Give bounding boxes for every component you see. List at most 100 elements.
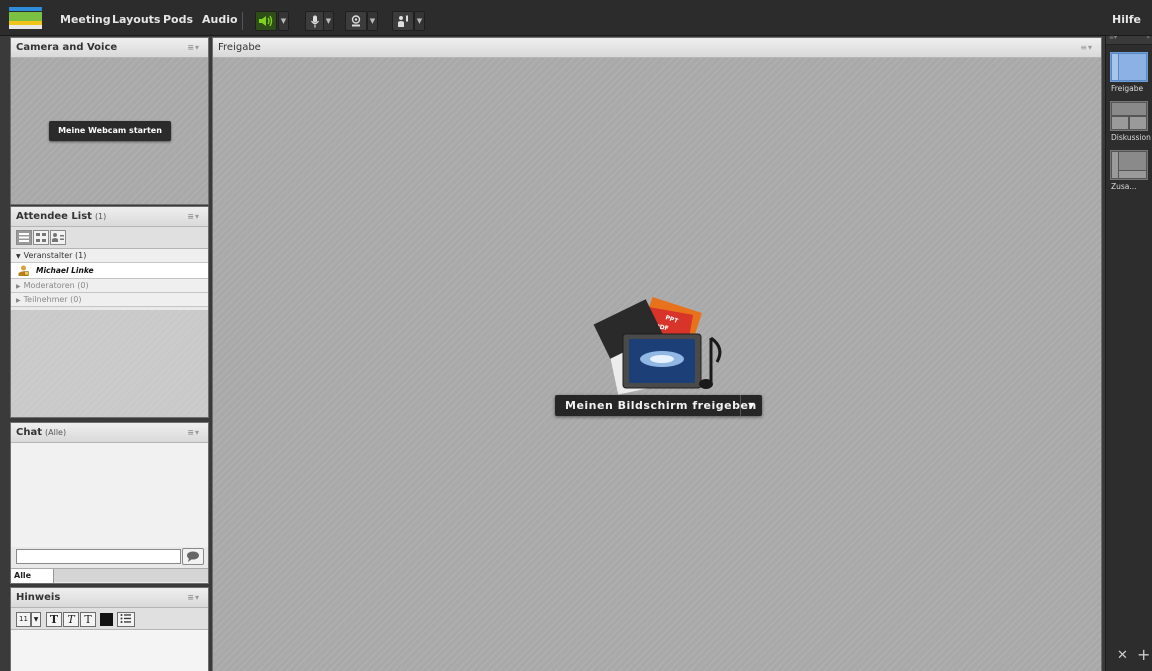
layouts-bar-header: ≡▾ » <box>1106 34 1152 45</box>
share-screen-label: Meinen Bildschirm freigeben <box>565 399 757 412</box>
bold-icon: T <box>49 613 59 626</box>
breakout-view-button[interactable] <box>33 230 49 245</box>
note-pod: Hinweis ≡▾ 11 ▼ T T T <box>10 587 209 671</box>
layout-collaboration[interactable] <box>1110 150 1148 180</box>
speaker-options-caret[interactable]: ▼ <box>278 11 289 31</box>
pod-menu-icon[interactable]: ≡▾ <box>187 588 200 607</box>
menu-pods[interactable]: Pods <box>163 0 193 36</box>
bold-button[interactable]: T <box>46 612 62 627</box>
add-layout-icon[interactable]: + <box>1137 645 1150 664</box>
pod-menu-icon[interactable]: ≡▾ <box>1080 38 1093 57</box>
list-view-icon <box>19 233 29 242</box>
note-toolbar: 11 ▼ T T T <box>11 608 208 630</box>
raise-hand-icon <box>397 15 408 27</box>
bullet-list-button[interactable] <box>117 612 135 627</box>
chat-pod-header: Chat (Alle) ≡▾ <box>11 423 208 443</box>
attendee-toolbar <box>11 227 208 249</box>
speech-bubble-icon <box>187 551 199 562</box>
pod-menu-icon[interactable]: ≡▾ <box>187 38 200 57</box>
layout-discussion-label: Diskussion <box>1111 133 1151 142</box>
status-options-caret[interactable]: ▼ <box>414 11 425 31</box>
group-participants[interactable]: ▶ Teilnehmer (0) <box>11 293 208 307</box>
breakout-view-icon <box>36 233 46 242</box>
note-pod-title: Hinweis <box>16 592 61 603</box>
microphone-options-caret[interactable]: ▼ <box>323 11 334 31</box>
attendee-pod-title: Attendee List <box>16 211 92 222</box>
layout-share-label: Freigabe <box>1111 84 1144 93</box>
chat-message-input[interactable] <box>16 549 181 564</box>
attendee-row[interactable]: Michael Linke <box>11 263 208 279</box>
chat-pod: Chat (Alle) ≡▾ Alle <box>10 422 209 584</box>
menu-layouts[interactable]: Layouts <box>112 0 160 36</box>
webcam-button[interactable] <box>345 11 367 31</box>
layout-share[interactable] <box>1110 52 1148 82</box>
share-options-caret[interactable]: ▼ <box>740 395 762 416</box>
layout-discussion-icon <box>1112 103 1146 129</box>
toolbar-divider <box>242 12 243 30</box>
share-pod: Freigabe ≡▾ PPT PDF Meinen Bildschirm fr… <box>212 37 1102 671</box>
microphone-button[interactable] <box>305 11 325 31</box>
group-moderators-label: Moderatoren (0) <box>23 281 89 290</box>
app-logo <box>9 7 42 29</box>
camera-pod-header: Camera and Voice ≡▾ <box>11 38 208 58</box>
layout-collaboration-icon <box>1112 152 1146 178</box>
group-hosts-label: Veranstalter (1) <box>23 251 87 260</box>
menu-meeting[interactable]: Meeting <box>60 0 111 36</box>
font-size-select[interactable]: 11 <box>16 612 31 627</box>
menu-audio[interactable]: Audio <box>202 0 238 36</box>
menu-help[interactable]: Hilfe <box>1112 0 1141 36</box>
expanded-arrow-icon: ▼ <box>16 253 21 260</box>
webcam-icon <box>351 15 361 27</box>
layouts-menu-icon[interactable]: ≡▾ <box>1109 34 1117 41</box>
chat-pod-title: Chat <box>16 427 42 438</box>
italic-button[interactable]: T <box>63 612 79 627</box>
webcam-options-caret[interactable]: ▼ <box>367 11 378 31</box>
collapsed-arrow-icon: ▶ <box>16 283 21 290</box>
chat-tab-all[interactable]: Alle <box>11 569 54 583</box>
underline-icon: T <box>84 613 92 626</box>
group-hosts[interactable]: ▼ Veranstalter (1) <box>11 249 208 263</box>
chat-scope: (Alle) <box>45 428 67 437</box>
collapse-icon[interactable]: » <box>1146 34 1150 41</box>
delete-layout-icon[interactable]: ✕ <box>1117 648 1128 663</box>
underline-button[interactable]: T <box>80 612 96 627</box>
host-user-icon <box>18 265 29 276</box>
group-moderators[interactable]: ▶ Moderatoren (0) <box>11 279 208 293</box>
share-pod-header: Freigabe ≡▾ <box>213 38 1101 58</box>
speaker-button[interactable] <box>255 11 277 31</box>
layout-collaboration-label: Zusa... <box>1111 182 1137 191</box>
chat-tabs: Alle <box>11 568 208 583</box>
start-webcam-button[interactable]: Meine Webcam starten <box>49 121 171 141</box>
chat-messages-area <box>11 443 208 547</box>
chat-send-button[interactable] <box>182 548 204 565</box>
layouts-bar: ≡▾ » Freigabe Diskussion Zusa... ✕ + <box>1105 34 1152 671</box>
layout-discussion[interactable] <box>1110 101 1148 131</box>
chevron-down-icon: ▼ <box>33 616 39 623</box>
camera-voice-pod: Camera and Voice ≡▾ Meine Webcam starten <box>10 37 209 205</box>
attendee-empty-area <box>11 310 208 417</box>
share-screen-button[interactable]: Meinen Bildschirm freigeben ▼ <box>555 395 762 416</box>
note-text-area[interactable] <box>11 630 208 671</box>
attendee-count: (1) <box>94 212 107 221</box>
status-view-icon <box>52 233 64 242</box>
status-view-button[interactable] <box>50 230 66 245</box>
collapsed-arrow-icon: ▶ <box>16 297 21 304</box>
menubar: Meeting Layouts Pods Audio ▼ ▼ ▼ ▼ Hilfe <box>0 0 1152 36</box>
group-participants-label: Teilnehmer (0) <box>23 295 82 304</box>
italic-icon: T <box>67 613 75 626</box>
camera-pod-title: Camera and Voice <box>16 42 118 53</box>
bullet-list-icon <box>120 614 131 623</box>
layout-share-icon <box>1112 54 1146 80</box>
share-pod-title: Freigabe <box>218 42 261 53</box>
microphone-icon <box>311 15 319 27</box>
speaker-icon <box>259 15 273 27</box>
list-view-button[interactable] <box>16 230 32 245</box>
font-size-dropdown[interactable]: ▼ <box>31 612 41 627</box>
status-button[interactable] <box>392 11 414 31</box>
text-color-swatch[interactable] <box>100 613 113 626</box>
pod-menu-icon[interactable]: ≡▾ <box>187 423 200 442</box>
share-content-icon: PPT PDF <box>593 296 722 395</box>
note-pod-header: Hinweis ≡▾ <box>11 588 208 608</box>
pod-menu-icon[interactable]: ≡▾ <box>187 207 200 226</box>
attendee-name: Michael Linke <box>36 266 94 275</box>
